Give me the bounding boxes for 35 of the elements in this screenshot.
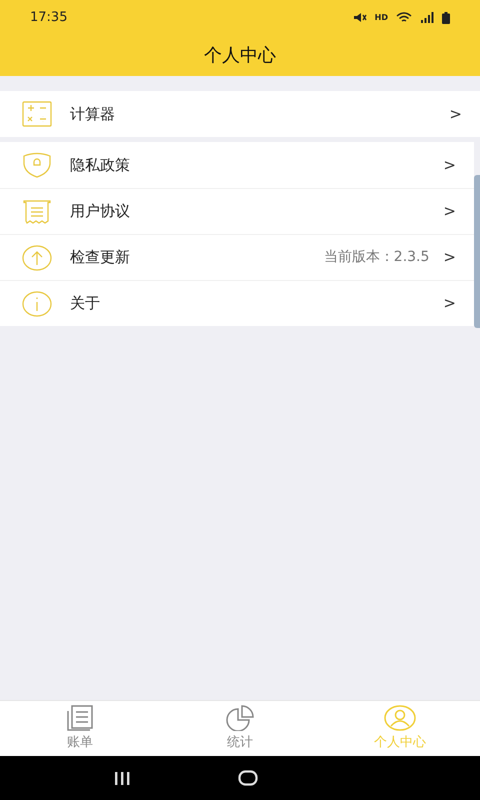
menu-label: 用户协议: [70, 201, 130, 222]
menu-label: 计算器: [70, 104, 115, 125]
status-time: 17:35: [30, 8, 68, 27]
menu-item[interactable]: 用户协议 >: [0, 188, 474, 234]
mute-icon: [352, 12, 367, 23]
upload-icon: [22, 244, 52, 270]
menu-item[interactable]: 计算器 >: [0, 91, 480, 137]
chevron-text: >: [449, 104, 462, 125]
pie-chart-icon: [224, 704, 256, 731]
wifi-icon: [396, 12, 412, 24]
menu-item[interactable]: 检查更新 当前版本：2.3.5 >: [0, 234, 474, 280]
version-text: 当前版本：2.3.5: [324, 248, 430, 267]
cell-signal-icon: [420, 12, 434, 23]
chevron-text: >: [443, 247, 456, 268]
document-icon: [22, 198, 52, 224]
menu-item[interactable]: 隐私政策 >: [0, 142, 474, 188]
tab-bar-item[interactable]: 账单: [0, 701, 160, 756]
menu-label: 检查更新: [70, 247, 130, 268]
page-title: 个人中心: [203, 44, 277, 68]
calculator-icon: [22, 101, 52, 127]
user-icon: [384, 704, 416, 731]
network-label: HD: [374, 12, 388, 24]
shield-icon: [22, 152, 52, 178]
menu-label: 隐私政策: [70, 154, 130, 176]
home-icon[interactable]: [238, 770, 258, 786]
tab-bar-item[interactable]: 统计: [160, 701, 320, 756]
recent-apps-icon[interactable]: [114, 772, 130, 784]
ledger-icon: [66, 704, 94, 731]
battery-icon: [442, 12, 450, 24]
info-icon: [22, 290, 52, 316]
chevron-text: >: [443, 201, 456, 222]
menu-item[interactable]: 关于 >: [0, 280, 474, 326]
chevron-text: >: [443, 293, 456, 314]
chevron-text: >: [443, 154, 456, 176]
menu-label: 关于: [70, 293, 100, 314]
